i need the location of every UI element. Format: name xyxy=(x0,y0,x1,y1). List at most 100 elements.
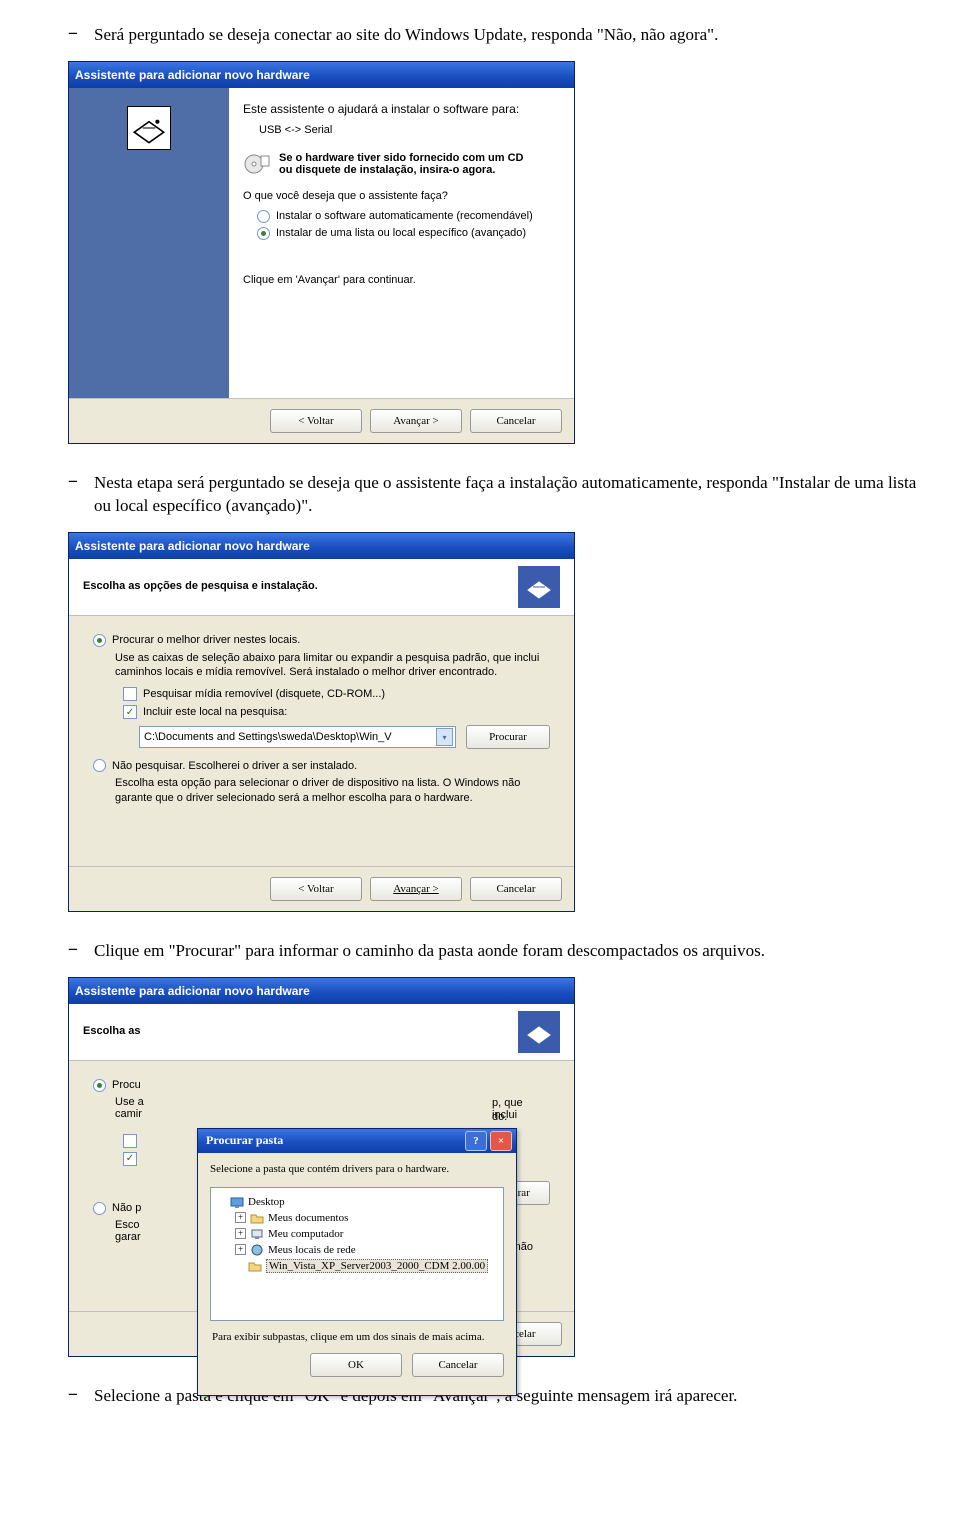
cd-hint-row: Se o hardware tiver sido fornecido com u… xyxy=(243,152,556,176)
bullet-dash: − xyxy=(68,1385,94,1408)
ok-button[interactable]: OK xyxy=(310,1353,402,1377)
back-button[interactable]: < Voltar xyxy=(270,877,362,901)
checkbox-removable-label: Pesquisar mídia removível (disquete, CD-… xyxy=(143,688,385,700)
computer-icon xyxy=(250,1227,264,1241)
tree-label: Meu computador xyxy=(268,1228,343,1240)
path-combo[interactable]: C:\Documents and Settings\sweda\Desktop\… xyxy=(139,726,456,748)
checkbox-icon xyxy=(123,687,137,701)
header-text: Escolha as opções de pesquisa e instalaç… xyxy=(83,580,318,594)
hardware-icon xyxy=(518,1011,560,1053)
dialog-note: Para exibir subpastas, clique em um dos … xyxy=(212,1331,502,1343)
next-button[interactable]: Avançar > xyxy=(370,877,462,901)
radio-icon xyxy=(257,210,270,223)
bullet-item: − Será perguntado se deseja conectar ao … xyxy=(68,24,920,47)
bullet-dash: − xyxy=(68,472,94,518)
folder-tree[interactable]: Desktop + Meus documentos + Meu computad… xyxy=(210,1187,504,1321)
checkbox-include[interactable]: ✓ Incluir este local na pesquisa: xyxy=(123,705,550,719)
tree-label: Win_Vista_XP_Server2003_2000_CDM 2.00.00 xyxy=(266,1259,488,1273)
tree-item-desktop[interactable]: Desktop xyxy=(217,1194,497,1210)
wizard-footer: < Voltar Avançar > Cancelar xyxy=(69,866,574,911)
expand-icon[interactable]: + xyxy=(235,1228,246,1239)
intro-text: Este assistente o ajudará a instalar o s… xyxy=(243,102,556,116)
bullet-text: Será perguntado se deseja conectar ao si… xyxy=(94,24,718,47)
chevron-down-icon[interactable]: ▾ xyxy=(436,728,453,746)
window-title: Assistente para adicionar novo hardware xyxy=(75,68,310,82)
header-title: Escolha as xyxy=(83,1025,140,1037)
window-title: Assistente para adicionar novo hardware xyxy=(75,984,310,998)
radio-auto[interactable]: Instalar o software automaticamente (rec… xyxy=(257,210,556,223)
wizard-welcome-window: Assistente para adicionar novo hardware … xyxy=(68,61,575,444)
dialog-footer: OK Cancelar xyxy=(210,1353,504,1385)
network-icon xyxy=(250,1243,264,1257)
header-title: Escolha as opções de pesquisa e instalaç… xyxy=(83,580,318,592)
checkbox-removable[interactable]: Pesquisar mídia removível (disquete, CD-… xyxy=(123,687,550,701)
radio-list[interactable]: Instalar de uma lista ou local específic… xyxy=(257,227,556,240)
wizard-browse-window: Assistente para adicionar novo hardware … xyxy=(68,977,575,1357)
bullet-dash: − xyxy=(68,940,94,963)
tree-item-docs[interactable]: + Meus documentos xyxy=(217,1210,497,1226)
back-button[interactable]: < Voltar xyxy=(270,409,362,433)
click-next-text: Clique em 'Avançar' para continuar. xyxy=(243,274,556,286)
clipped-text: Procu xyxy=(112,1079,141,1091)
folder-icon xyxy=(250,1211,264,1225)
radio-nosearch-label: Não pesquisar. Escolherei o driver a ser… xyxy=(112,760,357,772)
cd-hint-text: Se o hardware tiver sido fornecido com u… xyxy=(279,152,524,176)
desktop-icon xyxy=(230,1195,244,1209)
next-button[interactable]: Avançar > xyxy=(370,409,462,433)
radio-icon-checked xyxy=(93,1079,106,1092)
dialog-title: Procurar pasta xyxy=(206,1133,283,1148)
expand-icon[interactable]: + xyxy=(235,1212,246,1223)
radio-search[interactable]: Procurar o melhor driver nestes locais. xyxy=(93,634,550,647)
header-text: Escolha as xyxy=(83,1025,140,1039)
wizard-body: Procu Use a camir ✓ Não p Esco garar p, … xyxy=(69,1061,574,1311)
cancel-button[interactable]: Cancelar xyxy=(412,1353,504,1377)
checkbox-icon-checked: ✓ xyxy=(123,1152,137,1166)
tree-label: Meus documentos xyxy=(268,1212,348,1224)
cancel-button[interactable]: Cancelar xyxy=(470,409,562,433)
tree-item-network[interactable]: + Meus locais de rede xyxy=(217,1242,497,1258)
bullet-item: − Clique em "Procurar" para informar o c… xyxy=(68,940,920,963)
titlebar: Assistente para adicionar novo hardware xyxy=(69,62,574,88)
checkbox-icon xyxy=(123,1134,137,1148)
wizard-header: Escolha as opções de pesquisa e instalaç… xyxy=(69,559,574,616)
hardware-icon xyxy=(518,566,560,608)
cd-line1: Se o hardware tiver sido fornecido com u… xyxy=(279,152,524,164)
cancel-button[interactable]: Cancelar xyxy=(470,877,562,901)
wizard-header: Escolha as xyxy=(69,1004,574,1061)
radio-search-partial: Procu xyxy=(93,1079,550,1092)
device-name: USB <-> Serial xyxy=(259,124,556,136)
checkbox-icon-checked: ✓ xyxy=(123,705,137,719)
checkbox-include-label: Incluir este local na pesquisa: xyxy=(143,706,287,718)
path-value: C:\Documents and Settings\sweda\Desktop\… xyxy=(144,731,392,743)
radio-nosearch[interactable]: Não pesquisar. Escolherei o driver a ser… xyxy=(93,759,550,772)
window-title: Assistente para adicionar novo hardware xyxy=(75,539,310,553)
bullet-item: − Nesta etapa será perguntado se deseja … xyxy=(68,472,920,518)
tree-label: Desktop xyxy=(248,1196,285,1208)
radio-auto-label: Instalar o software automaticamente (rec… xyxy=(276,210,533,222)
titlebar: Assistente para adicionar novo hardware xyxy=(69,533,574,559)
bullet-text: Clique em "Procurar" para informar o cam… xyxy=(94,940,765,963)
titlebar: Assistente para adicionar novo hardware xyxy=(69,978,574,1004)
browse-button[interactable]: Procurar xyxy=(466,725,550,749)
tree-label: Meus locais de rede xyxy=(268,1244,356,1256)
dialog-titlebar: Procurar pasta ? × xyxy=(198,1129,516,1153)
radio-search-label: Procurar o melhor driver nestes locais. xyxy=(112,634,300,646)
tree-item-selected-folder[interactable]: Win_Vista_XP_Server2003_2000_CDM 2.00.00 xyxy=(217,1258,497,1274)
clipped-text: Não p xyxy=(112,1202,141,1214)
folder-open-icon xyxy=(248,1259,262,1273)
wizard-side-panel xyxy=(69,88,229,398)
radio-icon xyxy=(93,1202,106,1215)
help-icon[interactable]: ? xyxy=(465,1131,487,1151)
dialog-instruction: Selecione a pasta que contém drivers par… xyxy=(210,1163,504,1175)
path-row: C:\Documents and Settings\sweda\Desktop\… xyxy=(139,725,550,749)
radio-icon-checked xyxy=(257,227,270,240)
wizard-body: Procurar o melhor driver nestes locais. … xyxy=(69,616,574,866)
wizard-footer: < Voltar Avançar > Cancelar xyxy=(69,398,574,443)
bullet-dash: − xyxy=(68,24,94,47)
close-icon[interactable]: × xyxy=(490,1131,512,1151)
expand-icon[interactable]: + xyxy=(235,1244,246,1255)
tree-item-computer[interactable]: + Meu computador xyxy=(217,1226,497,1242)
cd-icon xyxy=(243,152,271,176)
wizard-search-window: Assistente para adicionar novo hardware … xyxy=(68,532,575,912)
question-text: O que você deseja que o assistente faça? xyxy=(243,190,556,202)
